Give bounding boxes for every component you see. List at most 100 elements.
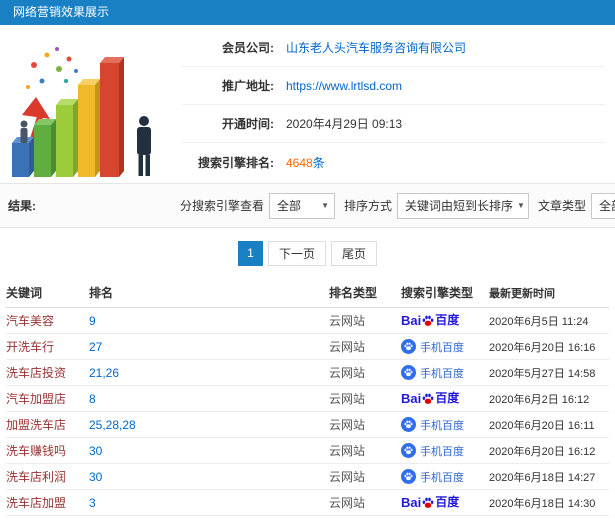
chevron-down-icon: ▼ — [321, 201, 330, 210]
ranking-value: 4648条 — [286, 154, 325, 171]
results-table-rows: 汽车美容 9 云网站 Bai 百度 2020年6月5日 11:24 开洗车行 27 云网站 手机百… — [6, 308, 609, 516]
keyword-cell: 洗车店加盟 — [6, 496, 67, 510]
keyword-cell: 洗车店利润 — [6, 470, 67, 484]
baidu-paw-icon — [401, 469, 416, 484]
baidu-pc-logo: Bai 百度 — [401, 313, 460, 328]
ranking-unit: 条 — [312, 155, 325, 170]
ranking-count: 4648 — [286, 155, 313, 170]
company-link[interactable]: 山东老人头汽车服务咨询有限公司 — [286, 39, 466, 56]
rank-cell: 27 — [89, 339, 103, 354]
next-page-button[interactable]: 下一页 — [267, 241, 326, 266]
keyword-cell: 加盟洗车店 — [6, 418, 67, 432]
last-page-button[interactable]: 尾页 — [331, 241, 378, 266]
engine-select-value: 全部 — [277, 199, 302, 213]
rank-type-cell: 云网站 — [329, 418, 366, 432]
baidu-paw-icon — [401, 365, 416, 380]
company-info: 会员公司: 山东老人头汽车服务咨询有限公司 推广地址: https://www.… — [182, 29, 605, 181]
table-row: 汽车美容 9 云网站 Bai 百度 2020年6月5日 11:24 — [6, 308, 609, 334]
baidu-paw-icon — [401, 443, 416, 458]
article-type-label: 文章类型 — [538, 199, 587, 213]
keyword-cell: 洗车赚钱吗 — [6, 444, 67, 458]
engine-cell: 手机百度 — [401, 469, 489, 485]
chevron-down-icon: ▼ — [517, 201, 525, 210]
col-header-rank-type: 排名类型 — [329, 286, 378, 300]
page-number-current[interactable]: 1 — [237, 241, 263, 266]
rank-type-cell: 云网站 — [329, 470, 366, 484]
engine-cell: 手机百度 — [401, 339, 489, 355]
info-row-company: 会员公司: 山东老人头汽车服务咨询有限公司 — [182, 29, 605, 67]
sort-select-value: 关键词由短到长排序 — [405, 199, 514, 213]
engine-cell: Bai 百度 — [401, 391, 489, 406]
baidu-paw-icon — [422, 315, 434, 327]
col-header-keyword: 关键词 — [6, 286, 43, 300]
baidu-paw-icon — [422, 497, 434, 509]
updated-cell: 2020年6月20日 16:16 — [489, 341, 596, 354]
info-row-opened: 开通时间: 2020年4月29日 09:13 — [182, 105, 605, 143]
page-header: 网络营销效果展示 — [0, 0, 615, 25]
engine-cell: 手机百度 — [401, 365, 489, 381]
results-table: 关键词 排名 排名类型 搜索引擎类型 最新更新时间 汽车美容 9 云网站 Bai 百度 2… — [0, 278, 615, 516]
rank-type-cell: 云网站 — [329, 392, 366, 406]
result-label: 结果: — [8, 199, 36, 213]
table-row: 洗车店利润 30 云网站 手机百度 2020年6月18日 14:27 — [6, 464, 609, 490]
rank-type-cell: 云网站 — [329, 366, 366, 380]
updated-cell: 2020年6月5日 11:24 — [489, 315, 589, 328]
rank-type-cell: 云网站 — [329, 340, 366, 354]
marketing-report-page: 网络营销效果展示 会员公司: 山东老人头汽车服务咨询有限公司 推广地址: htt… — [0, 0, 615, 520]
col-header-engine-type: 搜索引擎类型 — [401, 286, 474, 300]
filter-bar: 结果: 分搜索引擎查看 全部 ▼ 排序方式 关键词由短到长排序 ▼ 文章类型 全… — [0, 183, 615, 228]
page-title: 网络营销效果展示 — [13, 5, 110, 19]
rank-cell: 25,28,28 — [89, 417, 136, 432]
rank-cell: 8 — [89, 391, 96, 406]
rank-cell: 9 — [89, 313, 96, 328]
rank-type-cell: 云网站 — [329, 314, 366, 328]
baidu-mobile-logo: 手机百度 — [401, 417, 464, 433]
sort-select[interactable]: 关键词由短到长排序 ▼ — [397, 192, 530, 219]
updated-cell: 2020年6月2日 16:12 — [489, 393, 590, 406]
table-row: 开洗车行 27 云网站 手机百度 2020年6月20日 16:16 — [6, 334, 609, 360]
table-row: 洗车店投资 21,26 云网站 手机百度 2020年5月27日 14:58 — [6, 360, 609, 386]
col-header-updated: 最新更新时间 — [489, 287, 555, 300]
table-header-row: 关键词 排名 排名类型 搜索引擎类型 最新更新时间 — [6, 278, 609, 308]
engine-select[interactable]: 全部 ▼ — [269, 192, 336, 219]
baidu-paw-icon — [401, 339, 416, 354]
rank-cell: 21,26 — [89, 365, 120, 380]
baidu-pc-logo: Bai 百度 — [401, 391, 460, 406]
engine-filter-label: 分搜索引擎查看 — [180, 199, 265, 213]
rank-cell: 30 — [89, 469, 103, 484]
keyword-cell: 汽车加盟店 — [6, 392, 67, 406]
baidu-pc-logo: Bai 百度 — [401, 495, 460, 510]
keyword-cell: 洗车店投资 — [6, 366, 67, 380]
engine-cell: Bai 百度 — [401, 313, 489, 328]
site-label: 推广地址: — [222, 79, 274, 93]
info-row-ranking: 搜索引擎排名: 4648条 — [182, 143, 605, 181]
table-row: 汽车加盟店 8 云网站 Bai 百度 2020年6月2日 16:12 — [6, 386, 609, 412]
updated-cell: 2020年6月20日 16:12 — [489, 445, 596, 458]
engine-cell: 手机百度 — [401, 443, 489, 459]
site-link[interactable]: https://www.lrtlsd.com — [286, 79, 402, 93]
rank-cell: 30 — [89, 443, 103, 458]
opened-label: 开通时间: — [222, 117, 274, 131]
table-row: 洗车店加盟 3 云网站 Bai 百度 2020年6月18日 14:30 — [6, 490, 609, 516]
table-row: 洗车赚钱吗 30 云网站 手机百度 2020年6月20日 16:12 — [6, 438, 609, 464]
summary-section: 会员公司: 山东老人头汽车服务咨询有限公司 推广地址: https://www.… — [0, 25, 615, 183]
rank-type-cell: 云网站 — [329, 496, 366, 510]
col-header-rank: 排名 — [89, 286, 114, 300]
updated-cell: 2020年5月27日 14:58 — [489, 367, 596, 380]
baidu-mobile-logo: 手机百度 — [401, 339, 464, 355]
keyword-cell: 汽车美容 — [6, 314, 55, 328]
bar-chart-illustration — [6, 29, 174, 181]
engine-cell: Bai 百度 — [401, 495, 489, 510]
opened-value: 2020年4月29日 09:13 — [286, 117, 403, 131]
ranking-label: 搜索引擎排名: — [198, 155, 274, 170]
engine-cell: 手机百度 — [401, 417, 489, 433]
baidu-paw-icon — [401, 417, 416, 432]
company-label: 会员公司: — [222, 41, 274, 55]
article-type-select[interactable]: 全部 ▼ — [591, 192, 615, 219]
info-row-site: 推广地址: https://www.lrtlsd.com — [182, 67, 605, 105]
updated-cell: 2020年6月20日 16:11 — [489, 419, 595, 432]
table-row: 加盟洗车店 25,28,28 云网站 手机百度 2020年6月20日 16:11 — [6, 412, 609, 438]
sort-filter-label: 排序方式 — [344, 199, 393, 213]
article-type-select-value: 全部 — [599, 199, 615, 213]
rank-type-cell: 云网站 — [329, 444, 366, 458]
